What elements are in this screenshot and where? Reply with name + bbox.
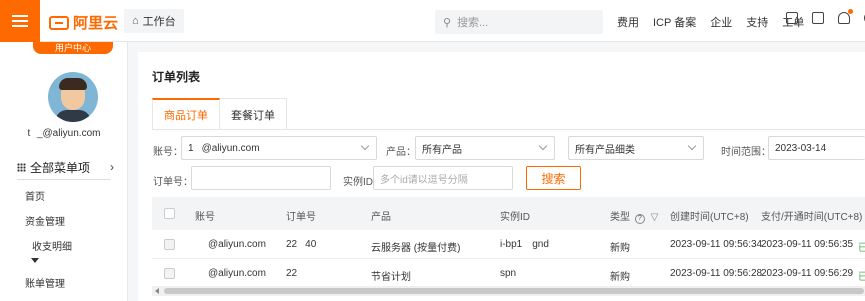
global-search-input[interactable]: ⚲ 搜索... [435, 10, 603, 34]
nav-support[interactable]: 支持 [746, 14, 768, 30]
product-value: 所有产品 [422, 144, 462, 156]
caret-down-icon[interactable] [31, 258, 39, 263]
cell-created: 2023-09-11 09:56:28 [670, 268, 763, 279]
account-label: 账号： [153, 147, 183, 158]
translate-icon[interactable] [786, 12, 798, 24]
avatar[interactable] [48, 72, 98, 122]
time-range-label: 时间范围： [721, 147, 771, 158]
cell-type: 新购 [610, 243, 630, 254]
sidebar-item-funds[interactable]: 资金管理 [25, 213, 65, 228]
cell-account: @aliyun.com [208, 239, 266, 250]
cell-status: 已 [858, 272, 865, 283]
scroll-left-icon[interactable] [155, 288, 159, 294]
col-created-time: 创建时间(UTC+8) [670, 212, 749, 223]
workbench-label: 工作台 [142, 16, 176, 28]
horizontal-scrollbar[interactable] [152, 286, 865, 296]
order-list-panel: 订单列表 商品订单 套餐订单 账号： 1 @aliyun.com 产品： 所有产… [138, 52, 865, 301]
cell-status: 已 [858, 243, 865, 254]
cell-order-no[interactable]: 22 40 [286, 239, 316, 250]
brand-name: 阿里云 [73, 15, 119, 32]
home-icon: ⌂ [132, 15, 139, 27]
order-no-label: 订单号： [153, 177, 193, 188]
search-placeholder: 搜索... [457, 17, 489, 29]
table-row[interactable]: @aliyun.com 22 40 云服务器 (按量付费) i-bp1 gnd … [152, 230, 865, 259]
cell-product: 云服务器 (按量付费) [371, 243, 461, 254]
avatar-body [55, 110, 91, 122]
nav-fees[interactable]: 费用 [617, 14, 639, 30]
tab-product-orders[interactable]: 商品订单 [152, 98, 220, 130]
tab-divider [152, 129, 865, 130]
cell-paid: 2023-09-11 09:56:35 [761, 239, 854, 250]
product-label: 产品： [386, 147, 416, 158]
row-checkbox[interactable] [164, 268, 175, 279]
sidebar: 用户中心 t _@aliyun.com 全部菜单项 › 首页 资金管理 收支明细… [0, 42, 128, 301]
nav-enterprise[interactable]: 企业 [710, 14, 732, 30]
order-tabs: 商品订单 套餐订单 [152, 98, 287, 130]
divider [17, 179, 110, 180]
col-paid-time: 支付/开通时间(UTC+8) [761, 212, 863, 223]
col-account: 账号 [195, 212, 215, 223]
select-all-checkbox[interactable] [164, 208, 175, 219]
sidebar-item-billing[interactable]: 账单管理 [25, 275, 65, 290]
page-title: 订单列表 [152, 70, 201, 84]
filter-icon[interactable]: ▽ [651, 212, 659, 223]
avatar-hair [59, 78, 87, 90]
account-value: 1 @aliyun.com [188, 142, 260, 154]
top-nav-icons [786, 9, 865, 24]
instance-id-label: 实例ID [343, 177, 373, 188]
instance-id-input[interactable]: 多个id请以逗号分隔 [373, 166, 513, 190]
product-select[interactable]: 所有产品 [415, 136, 555, 160]
cell-instance-id[interactable]: i-bp1 gnd [500, 239, 549, 250]
chevron-down-icon [687, 141, 697, 151]
user-email: t _@aliyun.com [27, 128, 101, 139]
sidebar-item-transactions[interactable]: 收支明细 [32, 238, 72, 253]
table-header: 账号 订单号 产品 实例ID 类型 ? ▽ 创建时间(UTC+8) 支付/开通时… [152, 197, 865, 230]
cell-paid: 2023-09-11 09:56:29 [761, 268, 854, 279]
category-value: 所有产品细类 [575, 144, 635, 156]
table-row[interactable]: @aliyun.com 22 节省计划 spn 新购 2023-09-11 09… [152, 259, 865, 288]
col-product: 产品 [371, 212, 391, 223]
sidebar-item-home[interactable]: 首页 [25, 188, 45, 203]
account-select[interactable]: 1 @aliyun.com [181, 136, 377, 160]
chevron-down-icon [538, 141, 548, 151]
col-instance-id: 实例ID [500, 212, 530, 223]
terminal-icon[interactable] [812, 12, 824, 24]
aliyun-logo-icon [49, 15, 69, 30]
col-type: 类型 ? ▽ [610, 208, 658, 224]
aliyun-logo[interactable]: 阿里云 [49, 12, 118, 33]
order-no-input[interactable] [191, 166, 331, 190]
menu-icon [12, 20, 28, 22]
nav-icp[interactable]: ICP 备案 [653, 14, 696, 30]
scroll-thumb[interactable] [164, 288, 864, 294]
all-menu-label: 全部菜单项 [30, 160, 91, 175]
col-order-no: 订单号 [286, 212, 316, 223]
time-range-picker[interactable]: 2023-03-14 [768, 136, 865, 160]
cell-instance-id[interactable]: spn [500, 268, 524, 279]
col-type-label: 类型 [610, 212, 630, 223]
top-navbar: 阿里云 ⌂ 工作台 ⚲ 搜索... 费用 ICP 备案 企业 支持 工单 [0, 0, 865, 42]
row-checkbox[interactable] [164, 239, 175, 250]
cell-account: @aliyun.com [208, 268, 266, 279]
product-category-select[interactable]: 所有产品细类 [568, 136, 704, 160]
time-range-value: 2023-03-14 [775, 142, 827, 154]
workbench-button[interactable]: ⌂ 工作台 [124, 9, 184, 33]
all-menu-button[interactable]: 全部菜单项 › [17, 157, 128, 177]
chevron-right-icon: › [110, 160, 114, 174]
cell-type: 新购 [610, 272, 630, 283]
grid-icon [17, 162, 26, 172]
instance-id-placeholder: 多个id请以逗号分隔 [380, 174, 468, 186]
cell-order-no[interactable]: 22 [286, 268, 305, 279]
notification-dot [848, 9, 853, 14]
cell-product: 节省计划 [371, 272, 411, 283]
hamburger-menu-button[interactable] [0, 0, 40, 42]
user-center-badge: 用户中心 [33, 42, 113, 54]
search-button[interactable]: 搜索 [526, 166, 581, 190]
tab-package-orders[interactable]: 套餐订单 [220, 98, 287, 130]
bell-icon[interactable] [838, 9, 853, 24]
cell-created: 2023-09-11 09:56:34 [670, 239, 763, 250]
search-icon: ⚲ [443, 16, 452, 29]
help-icon[interactable]: ? [634, 214, 645, 224]
chevron-down-icon [360, 141, 370, 151]
